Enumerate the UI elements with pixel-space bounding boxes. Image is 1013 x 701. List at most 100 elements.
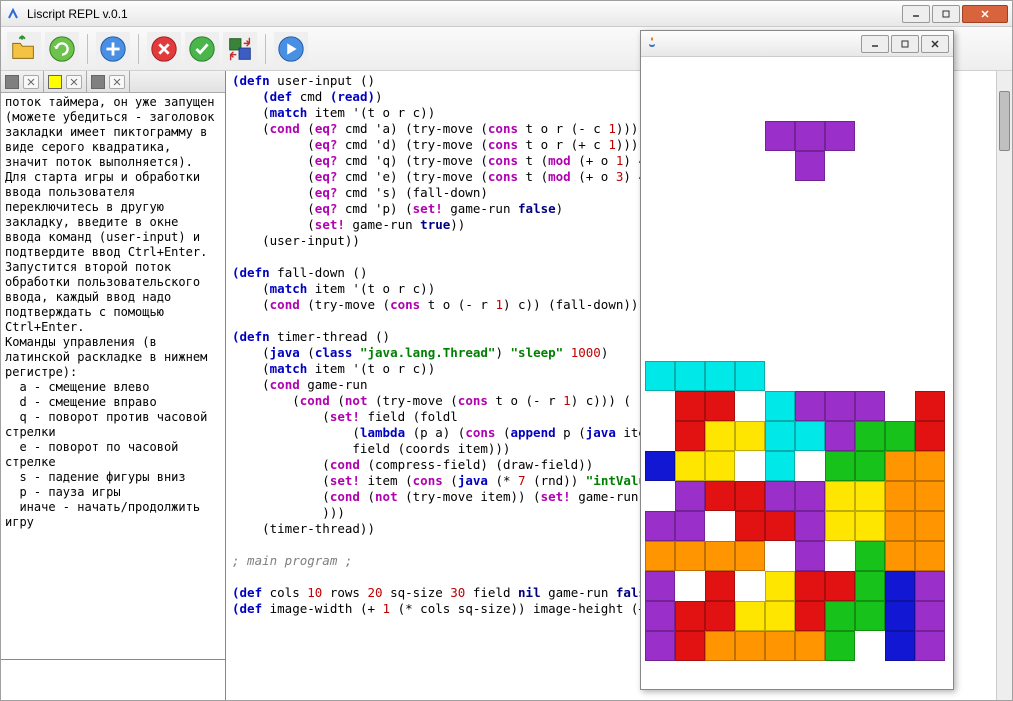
tetris-cell: [705, 511, 735, 541]
tetris-cell: [645, 511, 675, 541]
tetris-cell: [915, 91, 945, 121]
tetris-cell: [735, 421, 765, 451]
tetris-cell: [735, 211, 765, 241]
tetris-cell: [675, 511, 705, 541]
tetris-cell: [915, 331, 945, 361]
tetris-cell: [675, 601, 705, 631]
tab-close-icon[interactable]: [109, 75, 125, 89]
tetris-cell: [795, 451, 825, 481]
tetris-window[interactable]: [640, 30, 954, 690]
tetris-cell: [735, 391, 765, 421]
tetris-cell: [915, 271, 945, 301]
tetris-cell: [735, 451, 765, 481]
tetris-cell: [795, 481, 825, 511]
tetris-cell: [675, 121, 705, 151]
tetris-cell: [825, 181, 855, 211]
tetris-close-button[interactable]: [921, 35, 949, 53]
tetris-maximize-button[interactable]: [891, 35, 919, 53]
tetris-cell: [765, 91, 795, 121]
tetris-cell: [735, 481, 765, 511]
tetris-cell: [795, 271, 825, 301]
app-icon: [5, 6, 21, 22]
tetris-cell: [645, 181, 675, 211]
tetris-cell: [705, 391, 735, 421]
tetris-cell: [705, 241, 735, 271]
tetris-cell: [705, 301, 735, 331]
tetris-cell: [795, 151, 825, 181]
tetris-cell: [915, 121, 945, 151]
tetris-cell: [825, 211, 855, 241]
tetris-cell: [705, 571, 735, 601]
tetris-cell: [765, 421, 795, 451]
tetris-cell: [765, 331, 795, 361]
tab-close-icon[interactable]: [23, 75, 39, 89]
tetris-cell: [735, 331, 765, 361]
tetris-cell: [645, 121, 675, 151]
tetris-cell: [675, 91, 705, 121]
tab-2[interactable]: [87, 71, 130, 92]
tetris-cell: [855, 151, 885, 181]
tab-0[interactable]: [1, 71, 44, 92]
tetris-cell: [675, 451, 705, 481]
tetris-cell: [795, 391, 825, 421]
minimize-button[interactable]: [902, 5, 930, 23]
tetris-cell: [825, 421, 855, 451]
maximize-button[interactable]: [932, 5, 960, 23]
tetris-cell: [885, 391, 915, 421]
tetris-cell: [885, 241, 915, 271]
tetris-cell: [855, 421, 885, 451]
tetris-cell: [765, 61, 795, 91]
tetris-cell: [765, 601, 795, 631]
tetris-cell: [765, 271, 795, 301]
tetris-cell: [645, 331, 675, 361]
tetris-cell: [825, 331, 855, 361]
add-button[interactable]: [96, 32, 130, 66]
accept-button[interactable]: [185, 32, 219, 66]
refresh-button[interactable]: [45, 32, 79, 66]
tetris-cell: [795, 121, 825, 151]
tetris-cell: [735, 241, 765, 271]
tetris-cell: [915, 361, 945, 391]
delete-button[interactable]: [147, 32, 181, 66]
tetris-cell: [825, 451, 855, 481]
tetris-cell: [645, 271, 675, 301]
tetris-cell: [645, 301, 675, 331]
tetris-cell: [825, 601, 855, 631]
titlebar[interactable]: Liscript REPL v.0.1: [1, 1, 1012, 27]
tetris-cell: [645, 421, 675, 451]
tetris-cell: [675, 271, 705, 301]
tab-close-icon[interactable]: [66, 75, 82, 89]
tab-status-icon: [48, 75, 62, 89]
tetris-cell: [675, 541, 705, 571]
command-input[interactable]: [1, 660, 225, 700]
tetris-cell: [675, 421, 705, 451]
tetris-cell: [915, 571, 945, 601]
tetris-cell: [795, 421, 825, 451]
tetris-cell: [645, 391, 675, 421]
left-tabstrip: [1, 71, 225, 93]
tetris-titlebar[interactable]: [641, 31, 953, 57]
tetris-cell: [705, 331, 735, 361]
open-button[interactable]: [7, 32, 41, 66]
tetris-cell: [915, 421, 945, 451]
tetris-minimize-button[interactable]: [861, 35, 889, 53]
tetris-cell: [645, 151, 675, 181]
toolbar-separator: [138, 34, 139, 64]
tetris-cell: [825, 301, 855, 331]
tetris-cell: [765, 151, 795, 181]
tetris-cell: [675, 61, 705, 91]
tetris-cell: [825, 541, 855, 571]
run-button[interactable]: [274, 32, 308, 66]
tab-1[interactable]: [44, 71, 87, 92]
tetris-cell: [885, 631, 915, 661]
swap-button[interactable]: [223, 32, 257, 66]
tetris-cell: [705, 181, 735, 211]
tetris-cell: [795, 541, 825, 571]
tetris-cell: [735, 541, 765, 571]
tetris-cell: [705, 121, 735, 151]
tetris-cell: [855, 361, 885, 391]
tetris-cell: [705, 151, 735, 181]
scrollbar[interactable]: [996, 71, 1012, 700]
close-button[interactable]: [962, 5, 1008, 23]
scroll-thumb[interactable]: [999, 91, 1010, 151]
